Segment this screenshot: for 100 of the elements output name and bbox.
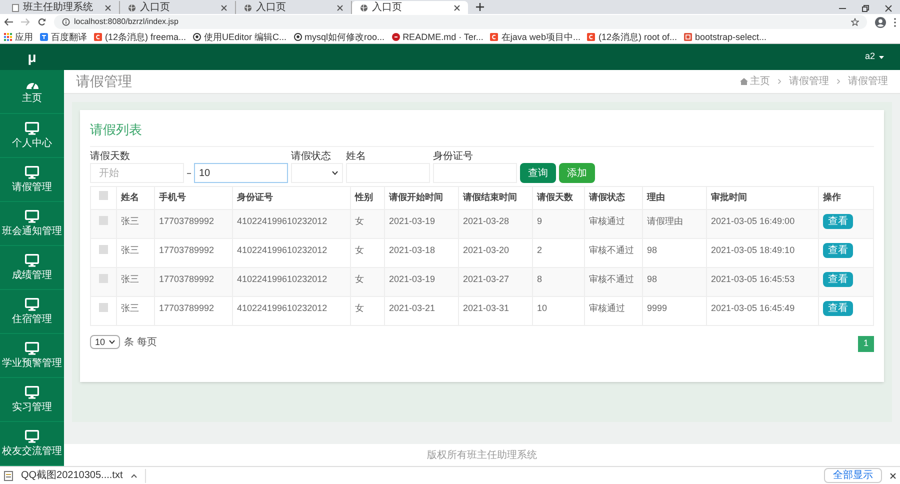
table-cell: 2021-03-05 16:49:00 [711, 216, 795, 226]
table-cell: 审核通过 [589, 303, 625, 313]
card-title: 请假列表 [90, 122, 142, 137]
bookmark-item[interactable]: mysql如何修改roo... [294, 32, 385, 42]
table-cell: 410224199610232012 [237, 245, 328, 255]
reload-icon[interactable] [38, 18, 46, 26]
bookmark-item[interactable]: 在java web项目中... [490, 32, 580, 42]
table-cell: 2 [537, 245, 542, 255]
c-logo-icon [94, 32, 102, 40]
home-icon [740, 78, 748, 85]
breadcrumb-item[interactable]: 主页 [740, 74, 770, 89]
globe-icon [244, 4, 252, 12]
table-cell: 410224199610232012 [237, 216, 328, 226]
back-arrow-icon[interactable] [4, 18, 13, 26]
close-icon[interactable] [221, 4, 227, 10]
globe-icon [360, 4, 368, 12]
input-field[interactable]: 开始 [90, 163, 184, 183]
checkbox[interactable] [99, 274, 108, 283]
monitor-icon [25, 298, 39, 311]
close-icon[interactable] [890, 472, 896, 478]
browser-tab[interactable]: 入口页 [352, 1, 468, 14]
column-header: 身份证号 [237, 192, 273, 202]
table-cell: 10 [537, 303, 548, 313]
download-item[interactable]: QQ截图20210305....txt [21, 468, 123, 483]
table-cell: 2021-03-21 [389, 303, 436, 313]
input-field[interactable]: 10 [194, 163, 288, 183]
table-cell: 女 [355, 245, 364, 255]
bookmark-item[interactable]: 使用UEditor 编辑C... [193, 32, 287, 42]
close-icon[interactable] [337, 4, 343, 10]
table-cell: 2021-03-31 [463, 303, 510, 313]
page-icon [12, 4, 19, 12]
table-cell: 2021-03-27 [463, 274, 510, 284]
field-label: 请假状态 [291, 151, 332, 163]
close-icon[interactable] [105, 4, 111, 10]
table-cell: 2021-03-05 16:45:53 [711, 274, 795, 284]
column-header: 请假结束时间 [463, 192, 517, 202]
restore-icon[interactable] [862, 4, 869, 12]
close-icon[interactable] [885, 4, 892, 12]
checkbox[interactable] [99, 216, 108, 225]
new-tab-icon[interactable] [476, 3, 484, 11]
table-cell: 98 [647, 274, 658, 284]
caret-icon [879, 56, 884, 58]
column-header: 请假天数 [537, 192, 573, 202]
address-bar[interactable]: localhost:8080/bzrzl/index.jsp [54, 15, 867, 29]
column-header: 理由 [647, 192, 665, 202]
table-cell: 张三 [121, 303, 139, 313]
chevron-up-icon[interactable] [130, 474, 137, 478]
bookmark-item[interactable]: 百度翻译 [40, 32, 87, 42]
add-button[interactable]: 添加 [559, 163, 595, 183]
bookmark-item[interactable]: (12条消息) freema... [94, 32, 186, 42]
checkbox[interactable] [99, 191, 108, 200]
bookmark-item[interactable]: README.md · Ter... [392, 32, 484, 42]
table-cell: 2021-03-18 [389, 245, 436, 255]
show-all-button[interactable]: 全部显示 [824, 468, 882, 483]
chevron-right-icon [837, 79, 840, 84]
table-cell: 女 [355, 216, 364, 226]
table-cell: 2021-03-05 18:49:10 [711, 245, 795, 255]
column-header: 手机号 [159, 192, 186, 202]
monitor-icon [25, 386, 39, 399]
close-icon[interactable] [454, 4, 460, 10]
search-button[interactable]: 查询 [520, 163, 556, 183]
view-button[interactable]: 查看 [823, 214, 853, 229]
bookmark-item[interactable]: bootstrap-select... [684, 32, 767, 42]
star-icon[interactable] [851, 18, 859, 26]
profile-icon[interactable] [875, 16, 886, 28]
chevron-right-icon [778, 79, 781, 84]
brand-logo[interactable]: μ [28, 50, 36, 64]
view-button[interactable]: 查看 [823, 272, 853, 287]
translate-icon [40, 32, 48, 40]
column-header: 姓名 [121, 192, 139, 202]
view-button[interactable]: 查看 [823, 243, 853, 258]
table-cell: 410224199610232012 [237, 274, 328, 284]
table-cell: 张三 [121, 216, 139, 226]
table-cell: 2021-03-28 [463, 216, 510, 226]
table-cell: 17703789992 [159, 303, 214, 313]
user-menu[interactable]: a2 [864, 50, 884, 64]
page-button[interactable]: 1 [858, 336, 874, 352]
table-cell: 审核不通过 [589, 245, 634, 255]
info-icon [62, 18, 70, 26]
checkbox[interactable] [99, 245, 108, 254]
table-cell: 张三 [121, 245, 139, 255]
table-cell: 张三 [121, 274, 139, 284]
checkbox[interactable] [99, 303, 108, 312]
caret-icon [332, 171, 338, 175]
monitor-icon [25, 166, 39, 179]
table-cell: 17703789992 [159, 274, 214, 284]
range-dash-icon [187, 172, 191, 174]
table-cell: 女 [355, 274, 364, 284]
table-cell: 410224199610232012 [237, 303, 328, 313]
view-button[interactable]: 查看 [823, 301, 853, 316]
bookmark-item[interactable]: (12条消息) root of... [587, 32, 677, 42]
table-cell: 2021-03-19 [389, 216, 436, 226]
globe-icon [128, 4, 136, 12]
breadcrumb-item[interactable]: 请假管理 [789, 74, 829, 89]
table-cell: 98 [647, 245, 658, 255]
table-cell: 17703789992 [159, 216, 214, 226]
page-size-dropdown[interactable]: 10 [90, 335, 120, 349]
breadcrumb-item[interactable]: 请假管理 [848, 74, 888, 89]
bookmark-item[interactable]: 应用 [4, 32, 33, 42]
page-title: 请假管理 [76, 72, 132, 91]
